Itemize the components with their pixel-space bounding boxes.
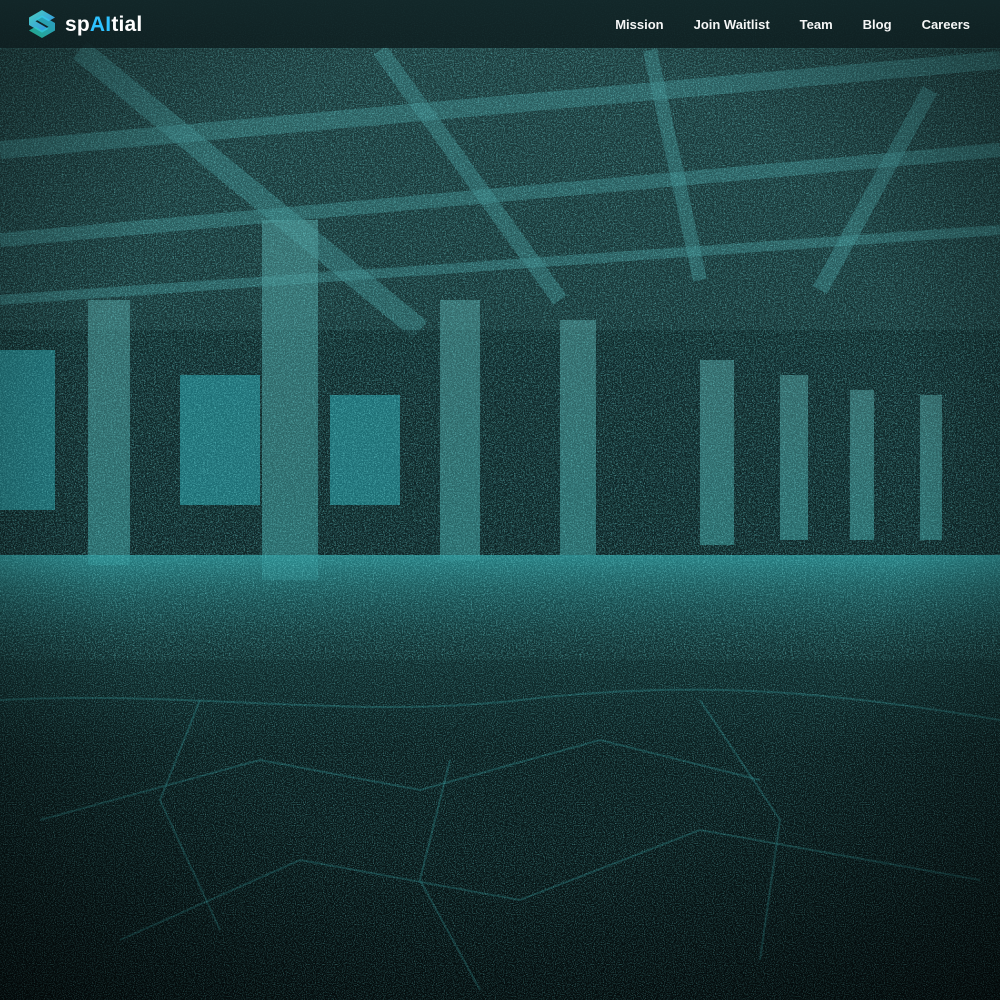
nav-team[interactable]: Team: [800, 17, 833, 32]
hero-point-cloud-image: [0, 0, 1000, 1000]
top-navbar: spAItial Mission Join Waitlist Team Blog…: [0, 0, 1000, 48]
main-nav: Mission Join Waitlist Team Blog Careers: [615, 17, 970, 32]
nav-blog[interactable]: Blog: [863, 17, 892, 32]
brand-home-link[interactable]: spAItial: [26, 8, 142, 40]
nav-join-waitlist[interactable]: Join Waitlist: [694, 17, 770, 32]
spatial-logo-icon: [29, 10, 55, 38]
nav-mission[interactable]: Mission: [615, 17, 663, 32]
nav-careers[interactable]: Careers: [922, 17, 970, 32]
brand-name-prefix: sp: [65, 12, 90, 36]
brand-name-suffix: tial: [111, 12, 143, 36]
brand-name-ai: AI: [89, 12, 112, 36]
brand-name: spAItial: [65, 14, 142, 35]
page: spAItial Mission Join Waitlist Team Blog…: [0, 0, 1000, 1000]
